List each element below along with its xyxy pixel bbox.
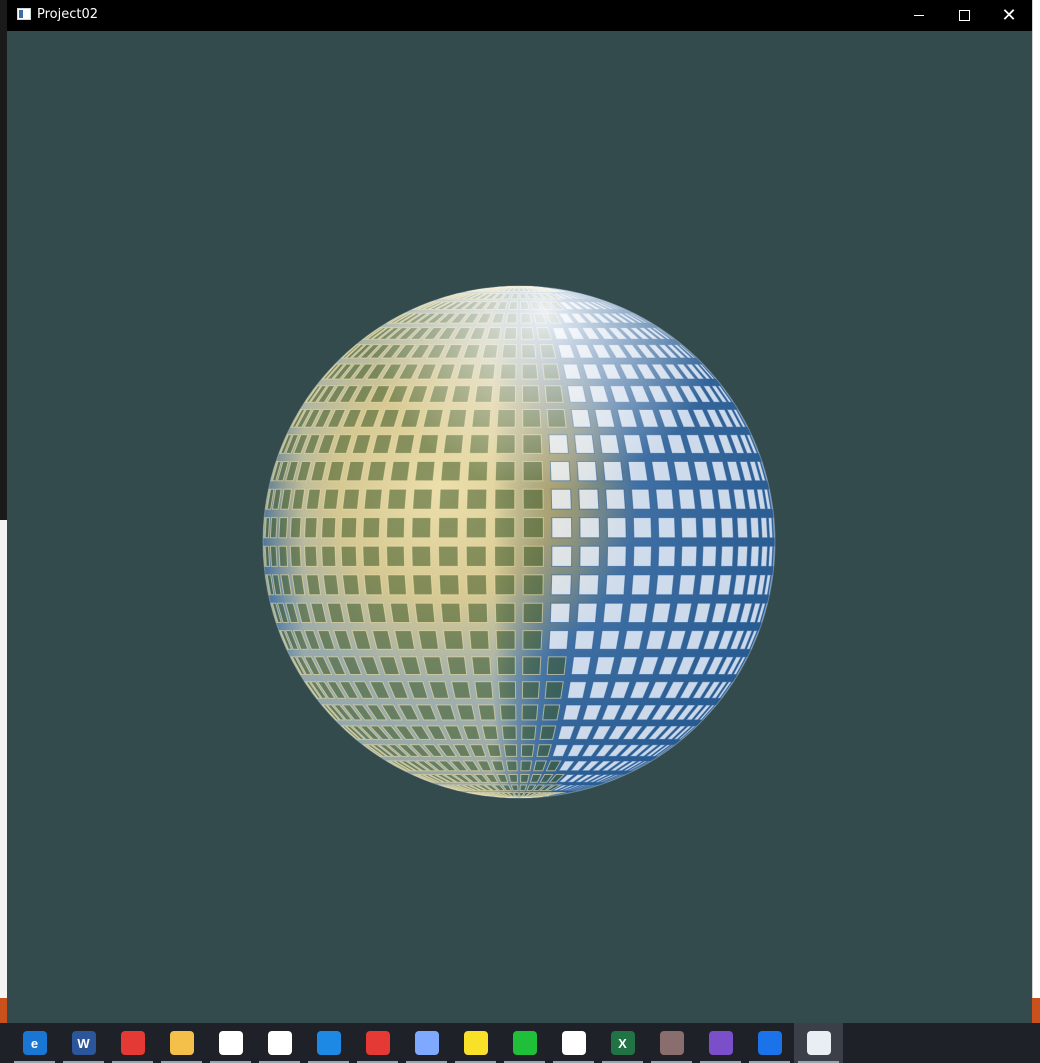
avatar-taskbar-button[interactable] [647,1023,696,1063]
sticky-notes-icon [463,1031,488,1055]
file-explorer-taskbar-button[interactable] [157,1023,206,1063]
minimize-button[interactable] [896,0,942,31]
feishu-icon [414,1031,439,1055]
edge-icon: e [22,1031,47,1055]
file-explorer-icon [169,1031,194,1055]
security-icon [365,1031,390,1055]
word-icon: W [71,1031,96,1055]
wechat-taskbar-button[interactable] [549,1023,598,1063]
window-title: Project02 [37,7,99,22]
project02-app-icon [806,1031,831,1055]
excel-icon: X [610,1031,635,1055]
sticky-notes-taskbar-button[interactable] [451,1023,500,1063]
browser-icon [316,1031,341,1055]
close-button[interactable]: ✕ [986,0,1032,31]
maximize-button[interactable] [941,0,987,31]
render-viewport[interactable] [7,31,1032,1023]
store-taskbar-button[interactable] [206,1023,255,1063]
project02-app-taskbar-button[interactable] [794,1023,843,1063]
title-bar[interactable]: Project02 ✕ [7,0,1032,31]
word-taskbar-button[interactable]: W [59,1023,108,1063]
app-icon[interactable] [17,8,31,20]
background-editor-strip-right [1032,0,1040,1023]
wechat-icon [561,1031,586,1055]
maps-icon [757,1031,782,1055]
iqiyi-taskbar-button[interactable] [500,1023,549,1063]
iqiyi-icon [512,1031,537,1055]
close-icon: ✕ [1001,4,1017,26]
security-taskbar-button[interactable] [353,1023,402,1063]
visual-studio-icon [708,1031,733,1055]
chrome-icon [120,1031,145,1055]
feishu-taskbar-button[interactable] [402,1023,451,1063]
excel-taskbar-button[interactable]: X [598,1023,647,1063]
maximize-icon [958,10,970,21]
avatar-icon [659,1031,684,1055]
chrome-taskbar-button[interactable] [108,1023,157,1063]
background-status-strip-right [1032,998,1040,1023]
app-window: Project02 ✕ [7,0,1032,1023]
mail-taskbar-button[interactable] [255,1023,304,1063]
store-icon [218,1031,243,1055]
maps-taskbar-button[interactable] [745,1023,794,1063]
sphere-render [262,285,776,799]
visual-studio-taskbar-button[interactable] [696,1023,745,1063]
taskbar: eW X [0,1023,1040,1063]
mail-icon [267,1031,292,1055]
browser-taskbar-button[interactable] [304,1023,353,1063]
minimize-icon [914,15,924,16]
edge-taskbar-button[interactable]: e [10,1023,59,1063]
